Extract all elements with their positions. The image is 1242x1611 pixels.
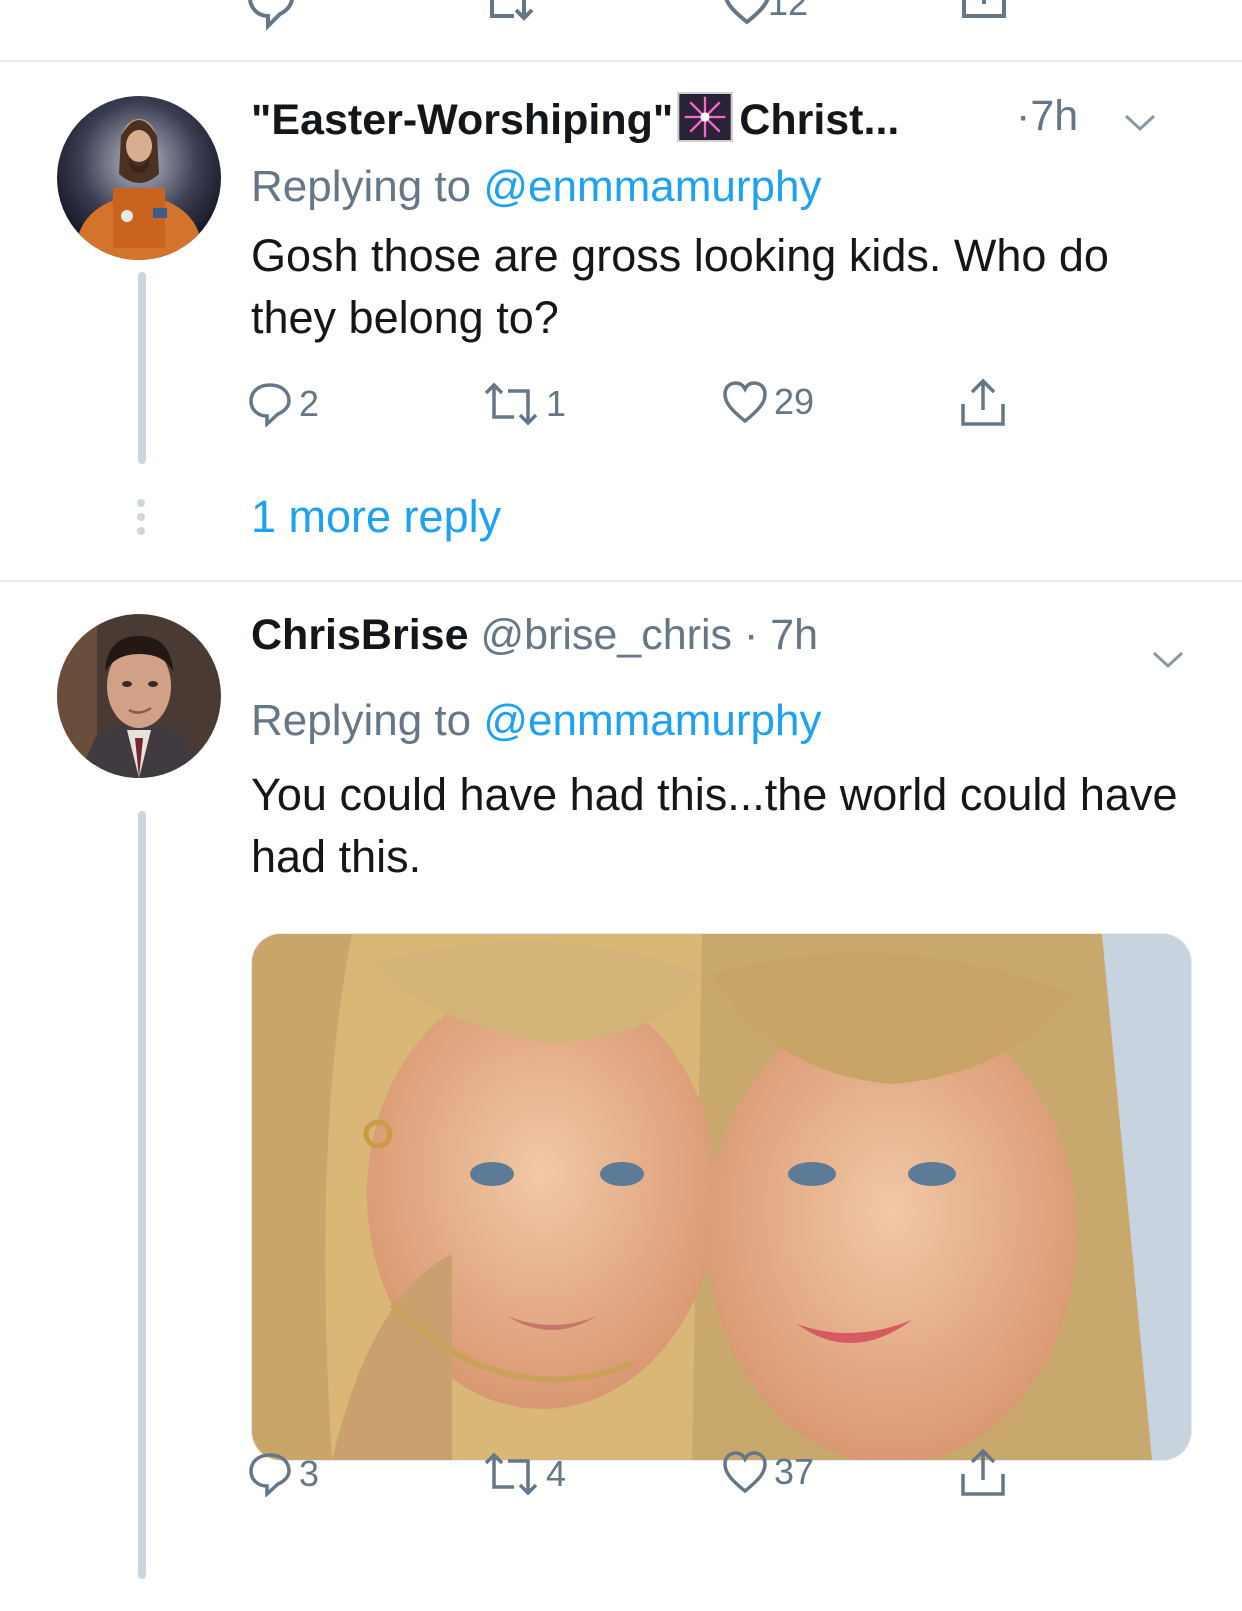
chevron-down-icon[interactable] xyxy=(1150,647,1186,671)
tweet-header: ChrisBrise @brise_chris · 7h xyxy=(251,611,819,659)
display-name[interactable]: "Easter-Worshiping" xyxy=(251,96,673,144)
retweet-icon xyxy=(484,382,538,426)
reply-button[interactable]: 3 xyxy=(247,1451,319,1497)
timestamp-group: ·7h xyxy=(1016,92,1079,140)
replying-to-line: Replying to @enmmamurphy xyxy=(251,162,822,211)
avatar[interactable] xyxy=(57,614,221,778)
retweet-count: 1 xyxy=(546,383,567,424)
reply-icon xyxy=(249,383,291,427)
share-button[interactable] xyxy=(958,1446,1008,1498)
retweet-button[interactable]: 4 xyxy=(482,1451,566,1497)
like-count: 37 xyxy=(774,1451,815,1492)
retweet-count: 4 xyxy=(546,1453,567,1494)
retweet-icon[interactable] xyxy=(484,0,540,26)
heart-icon xyxy=(723,381,767,424)
show-more-replies-link[interactable]: 1 more reply xyxy=(251,491,501,543)
reply-icon[interactable] xyxy=(246,0,296,30)
like-button[interactable]: 37 xyxy=(722,1449,814,1495)
more-dots-icon xyxy=(137,499,147,541)
tweet-text: You could have had this...the world coul… xyxy=(251,769,1178,882)
share-button[interactable] xyxy=(958,376,1008,428)
replying-to-line: Replying to @enmmamurphy xyxy=(251,696,822,745)
avatar[interactable] xyxy=(57,96,221,260)
reply-count: 3 xyxy=(299,1453,320,1494)
share-icon[interactable] xyxy=(960,0,1008,30)
timestamp[interactable]: 7h xyxy=(1030,92,1078,140)
chevron-down-icon[interactable] xyxy=(1122,110,1158,134)
heart-icon[interactable] xyxy=(722,0,772,26)
retweet-button[interactable]: 1 xyxy=(482,381,566,427)
like-count: 29 xyxy=(774,381,815,422)
display-name-suffix[interactable]: Christ... xyxy=(739,96,899,144)
tweet-text: Gosh those are gross looking kids. Who d… xyxy=(251,230,1109,343)
reply-button[interactable]: 2 xyxy=(247,381,319,427)
mention-link[interactable]: @enmmamurphy xyxy=(483,162,821,211)
retweet-icon xyxy=(484,1452,538,1496)
mention-link[interactable]: @enmmamurphy xyxy=(483,696,821,745)
display-name[interactable]: ChrisBrise xyxy=(251,611,468,659)
like-button[interactable]: 29 xyxy=(722,379,814,425)
divider xyxy=(0,580,1242,582)
firework-emoji-icon xyxy=(677,92,734,142)
thread-line xyxy=(138,272,146,464)
tweet-photo[interactable] xyxy=(251,933,1192,1461)
reply-icon xyxy=(249,1453,291,1497)
like-count-partial: 12 xyxy=(768,0,809,23)
reply-count: 2 xyxy=(299,383,320,424)
tweet-header: "Easter-Worshiping" Christ... xyxy=(251,92,899,145)
previous-tweet-actions: 12 xyxy=(0,0,1242,30)
thread-line xyxy=(138,811,146,1579)
user-handle[interactable]: @brise_chris xyxy=(480,611,732,659)
share-icon xyxy=(961,1448,1005,1496)
heart-icon xyxy=(723,1451,767,1494)
share-icon xyxy=(961,378,1005,426)
divider xyxy=(0,60,1242,62)
timestamp[interactable]: 7h xyxy=(770,611,818,659)
